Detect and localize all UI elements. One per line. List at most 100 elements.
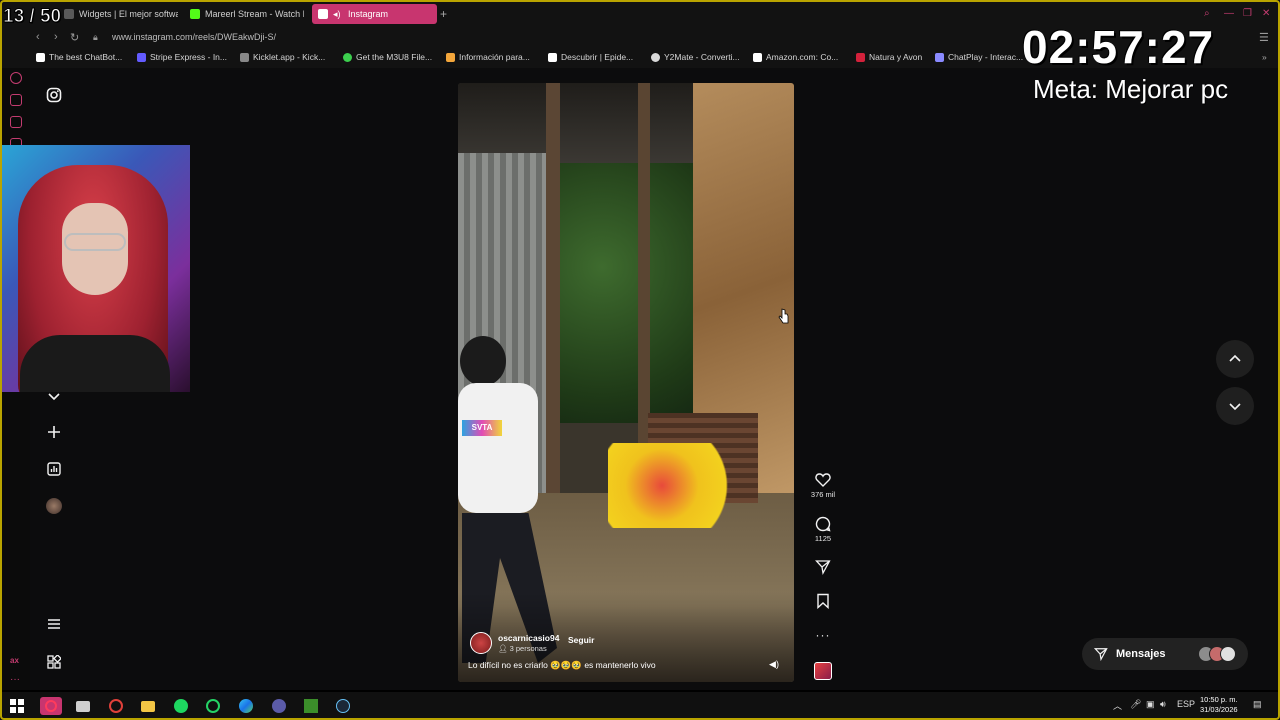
rail-ai-icon[interactable] [10, 72, 22, 84]
minimize-icon[interactable]: — [1224, 8, 1234, 19]
url-field[interactable]: www.instagram.com/reels/DWEakwDji-S/ [112, 32, 276, 42]
bookmark-item[interactable]: Y2Mate - Converti... [651, 52, 740, 62]
bookmark-item[interactable]: Descubrir | Epide... [548, 52, 633, 62]
author-avatar[interactable] [470, 632, 492, 654]
profile-avatar[interactable] [42, 494, 66, 518]
bookmark-item[interactable]: The best ChatBot... [36, 52, 122, 62]
lock-icon: 🔒︎ [93, 32, 98, 42]
comment-icon [815, 516, 831, 532]
bookmark-item[interactable]: Información para... [446, 52, 530, 62]
bookmark-icon [240, 52, 249, 62]
send-icon [815, 560, 831, 575]
bookmark-icon [856, 52, 865, 62]
send-icon [1094, 648, 1108, 661]
minecraft-icon[interactable] [302, 697, 320, 715]
restore-icon[interactable]: ❐ [1243, 8, 1252, 19]
reel-video[interactable]: SVTA oscarnicasio94 👤︎ 3 personas Seguir… [458, 83, 794, 682]
messages-button[interactable]: Mensajes [1082, 638, 1248, 670]
new-tab-button[interactable]: + [440, 7, 447, 21]
follow-button[interactable]: Seguir [568, 635, 594, 645]
search-tabs-icon[interactable]: ⌕ [1204, 8, 1210, 19]
spotify-icon[interactable] [172, 697, 190, 715]
system-clock[interactable]: 10:50 p. m. 31/03/2026 [1200, 695, 1238, 715]
more-bookmarks-icon[interactable]: » [1262, 52, 1267, 62]
tab-instagram[interactable]: ◂) Instagram [312, 4, 437, 24]
save-button[interactable] [810, 593, 836, 609]
rail-wallet-icon[interactable] [10, 94, 22, 106]
webcam-overlay [0, 145, 190, 392]
more-options-icon[interactable]: ··· [810, 628, 836, 642]
more-menu-icon[interactable] [42, 612, 66, 636]
menu-icon[interactable]: ☰ [1259, 31, 1269, 44]
rail-notes-icon[interactable] [10, 116, 22, 128]
bookmark-item[interactable]: Natura y Avon [856, 52, 922, 62]
create-plus-icon[interactable] [42, 420, 66, 444]
video-child-head [460, 336, 506, 386]
file-manager-icon[interactable] [74, 697, 92, 715]
bookmark-icon [548, 52, 557, 62]
language-indicator[interactable]: ESP [1177, 699, 1195, 709]
rail-more-icon[interactable]: ··· [10, 674, 20, 685]
comment-button[interactable]: 1125 [810, 516, 836, 543]
network-icon[interactable]: ▣ [1146, 699, 1155, 710]
like-button[interactable]: 376 mil [810, 472, 836, 499]
back-icon[interactable]: ‹ [36, 31, 40, 43]
bookmark-icon [343, 52, 352, 62]
bookmark-item[interactable]: Kicklet.app - Kick... [240, 52, 325, 62]
previous-reel-button[interactable] [1216, 340, 1254, 378]
obs-icon[interactable] [270, 697, 288, 715]
opera-gx-icon[interactable] [40, 697, 62, 715]
like-count: 376 mil [810, 490, 836, 499]
tray-expand-icon[interactable]: ︿ [1113, 699, 1122, 712]
tab-favicon [64, 9, 74, 19]
stream-counter: 13 / 50 [2, 6, 62, 28]
whatsapp-icon[interactable] [204, 697, 222, 715]
stream-goal: Meta: Mejorar pc [1033, 74, 1229, 104]
bookmark-icon [753, 52, 762, 62]
reel-caption: Lo difícil no es criarlo 🥹🥹🥹 es mantener… [468, 660, 656, 670]
steam-icon[interactable] [334, 697, 352, 715]
video-scene-post [546, 83, 560, 513]
avatar [1220, 646, 1236, 662]
folder-icon[interactable] [139, 697, 157, 715]
bookmark-icon [36, 52, 45, 62]
chevron-up-icon [1229, 354, 1241, 362]
clock-date: 31/03/2026 [1200, 705, 1238, 714]
comment-count: 1125 [814, 534, 832, 543]
bookmark-item[interactable]: Stripe Express - In... [137, 52, 227, 62]
volume-icon[interactable]: ◀) [767, 657, 781, 671]
bookmark-item[interactable]: Get the M3U8 File... [343, 52, 432, 62]
bookmark-icon [446, 52, 455, 62]
rail-extension-icon[interactable]: ax [10, 656, 19, 665]
tab-label: Mareerl Stream - Watch Live [205, 9, 304, 19]
dashboard-icon[interactable] [42, 457, 66, 481]
tab-widgets[interactable]: Widgets | El mejor software [58, 4, 178, 24]
reload-icon[interactable]: ↻ [70, 31, 79, 44]
webcam-glasses [64, 233, 126, 251]
author-username[interactable]: oscarnicasio94 [498, 633, 559, 643]
close-icon[interactable]: ✕ [1262, 8, 1270, 19]
next-reel-button[interactable] [1216, 387, 1254, 425]
bookmark-icon [137, 52, 146, 62]
edge-icon[interactable] [237, 697, 255, 715]
video-child-shirt [458, 383, 538, 513]
bookmark-item[interactable]: Amazon.com: Co... [753, 52, 838, 62]
audio-thumbnail[interactable] [814, 662, 832, 680]
app-icon[interactable] [107, 697, 125, 715]
also-from-meta-icon[interactable] [42, 650, 66, 674]
speaker-icon[interactable]: 🔊︎ [1160, 699, 1166, 710]
share-button[interactable] [810, 559, 836, 575]
chevron-down-icon [1229, 403, 1241, 411]
bookmark-icon [935, 52, 944, 62]
clock-time: 10:50 p. m. [1200, 695, 1238, 704]
tab-label: Instagram [348, 9, 389, 19]
notifications-icon[interactable]: ▤ [1253, 699, 1262, 710]
bookmark-item[interactable]: ChatPlay - Interac... [935, 52, 1023, 62]
tab-kick-stream[interactable]: Mareerl Stream - Watch Live [184, 4, 304, 24]
video-scene-trees [538, 163, 698, 423]
forward-icon[interactable]: › [54, 31, 58, 43]
instagram-logo-icon[interactable] [42, 83, 66, 107]
kick-icon [190, 9, 200, 19]
microphone-icon[interactable]: 🎤︎ [1130, 699, 1141, 710]
windows-start-icon[interactable] [8, 697, 26, 715]
